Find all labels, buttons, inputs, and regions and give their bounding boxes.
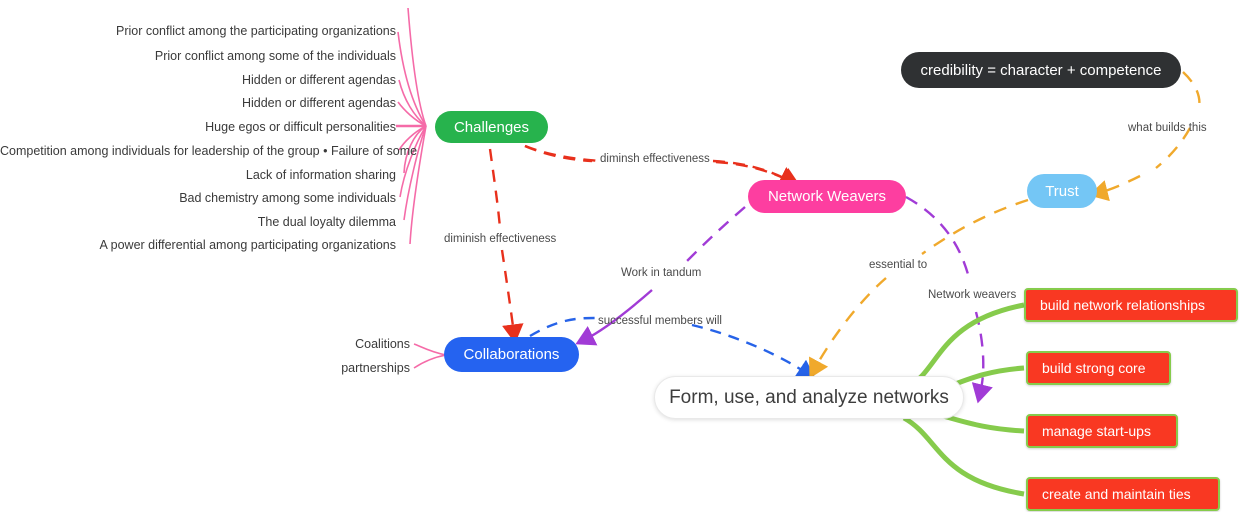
node-credibility[interactable]: credibility = character + competence: [901, 52, 1181, 88]
node-challenges-label: Challenges: [453, 118, 530, 136]
edge-label-what-builds-this: what builds this: [1128, 122, 1207, 134]
central-node-label: Form, use, and analyze networks: [669, 387, 949, 408]
list-item: Hidden or different agendas: [241, 96, 396, 110]
edge-label-work-in-tandum: Work in tandum: [621, 267, 702, 279]
action-box[interactable]: create and maintain ties: [1026, 477, 1220, 511]
mindmap-canvas: Prior conflict among the participating o…: [0, 0, 1240, 512]
action-box[interactable]: build strong core: [1026, 351, 1171, 385]
node-trust-label: Trust: [1045, 182, 1079, 200]
node-collaborations-label: Collaborations: [463, 346, 560, 363]
edge-weavers-to-collaborations: [685, 206, 746, 263]
list-item: The dual loyalty dilemma: [257, 215, 396, 229]
list-item: Lack of information sharing: [245, 168, 396, 182]
edge-trust-to-central: [921, 198, 1029, 255]
list-item: Coalitions: [355, 337, 410, 351]
collaborations-branch-fan: [413, 343, 447, 369]
node-collaborations[interactable]: Collaborations: [444, 337, 579, 372]
list-item: Prior conflict among some of the individ…: [154, 49, 396, 63]
edge-challenges-to-collaborations: [488, 148, 502, 229]
edge-label-network-weavers-lower: Network weavers: [928, 289, 1017, 301]
action-box-label: build network relationships: [1040, 297, 1205, 313]
edge-label-diminsh-effectiveness-upper: diminsh effectiveness: [600, 153, 710, 165]
node-trust[interactable]: Trust: [1027, 174, 1097, 208]
node-network-weavers-label: Network Weavers: [767, 188, 887, 205]
action-box-label: manage start-ups: [1042, 423, 1151, 439]
list-item: A power differential among participating…: [99, 238, 396, 252]
list-item: Competition among individuals for leader…: [0, 144, 418, 158]
action-box[interactable]: build network relationships: [1024, 288, 1238, 322]
node-network-weavers[interactable]: Network Weavers: [748, 180, 906, 213]
list-item: Bad chemistry among some individuals: [179, 191, 396, 205]
list-item: Prior conflict among the participating o…: [115, 24, 396, 38]
edge-label-successful-members-will: successful members will: [598, 315, 722, 327]
page-title[interactable]: Form, use, and analyze networks: [654, 376, 964, 419]
action-box-label: create and maintain ties: [1042, 486, 1191, 502]
action-box[interactable]: manage start-ups: [1026, 414, 1178, 448]
list-item: Hidden or different agendas: [241, 73, 396, 87]
node-challenges[interactable]: Challenges: [435, 111, 548, 143]
challenges-branch-fan: [396, 7, 427, 245]
list-item: Huge egos or difficult personalities: [205, 120, 396, 134]
edge-collaborations-to-central: [529, 316, 597, 338]
list-item: partnerships: [341, 361, 410, 375]
edge-credibility-to-trust: [1182, 71, 1201, 113]
node-credibility-label: credibility = character + competence: [920, 61, 1162, 79]
edge-label-diminish-effectiveness-lower: diminish effectiveness: [444, 233, 557, 245]
action-box-label: build strong core: [1042, 360, 1146, 376]
edge-label-essential-to: essential to: [869, 259, 928, 271]
